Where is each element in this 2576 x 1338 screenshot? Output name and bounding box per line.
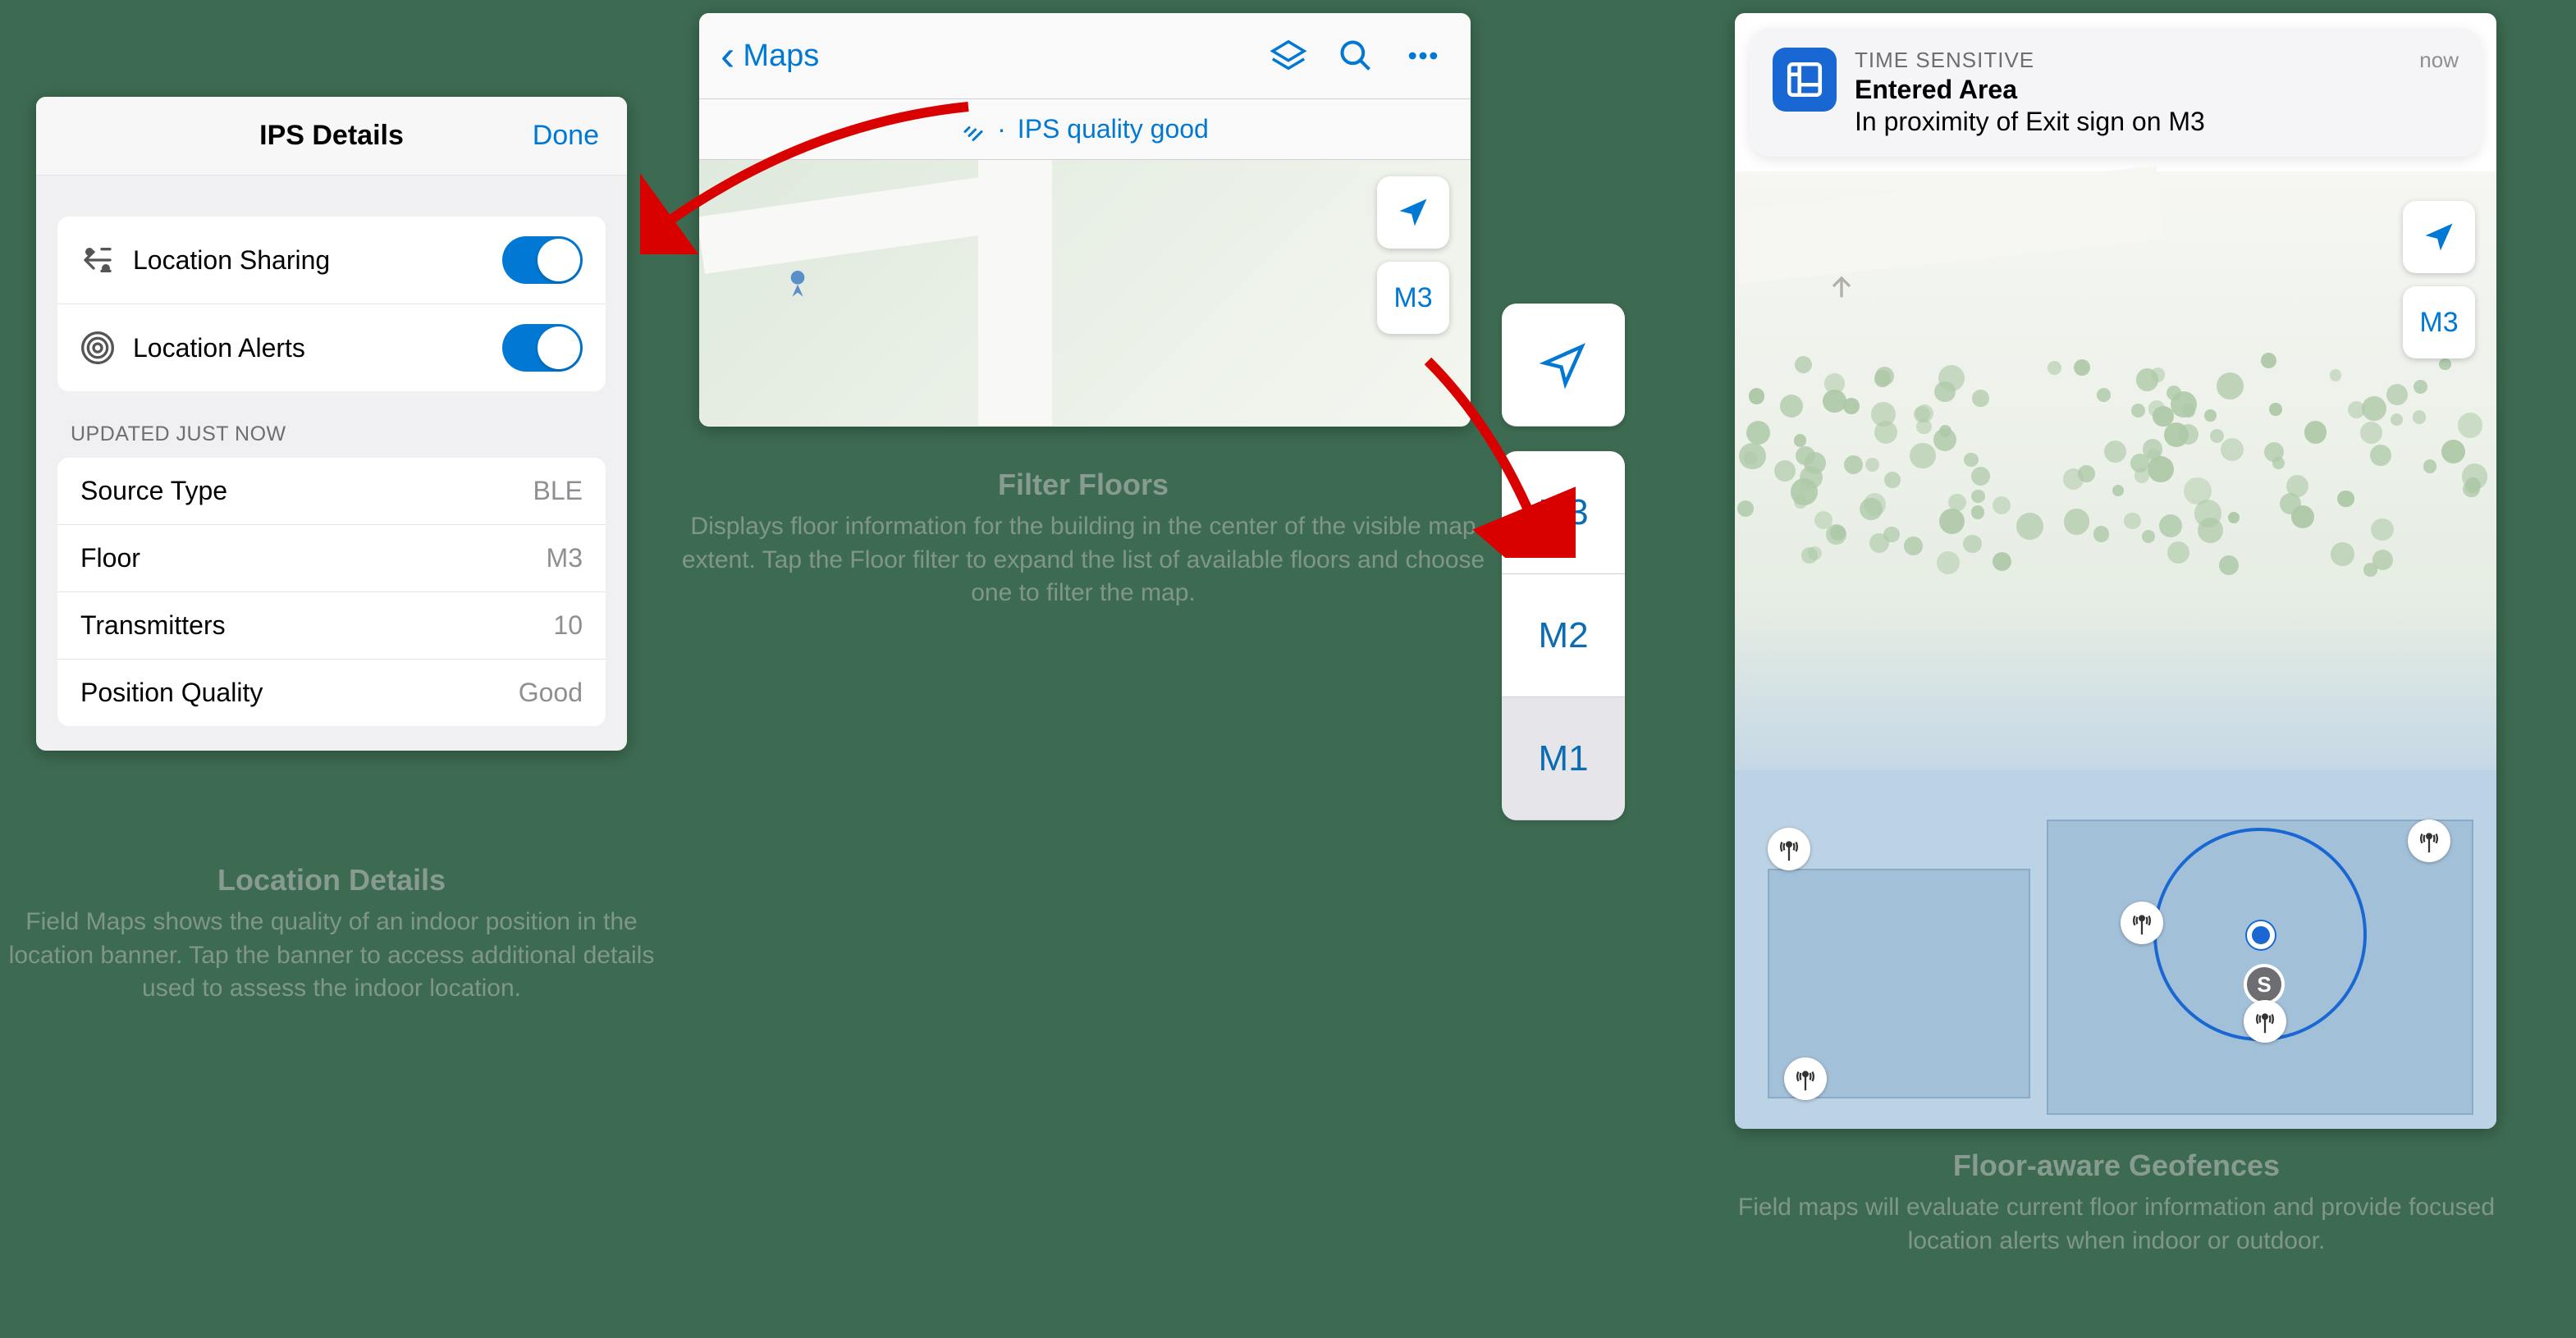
map-preview[interactable]: M3	[699, 160, 1471, 426]
maps-navbar: ‹ Maps	[699, 13, 1471, 99]
ips-header: IPS Details Done	[36, 97, 627, 176]
caption-location-details: Location Details Field Maps shows the qu…	[8, 863, 655, 1006]
geofence-panel: TIME SENSITIVE now Entered Area In proxi…	[1735, 13, 2496, 1129]
detail-row-floor: Floor M3	[57, 525, 606, 592]
user-location-dot	[2247, 921, 2275, 949]
geofence-map[interactable]: M3 S	[1735, 171, 2496, 1129]
alerts-icon	[80, 331, 115, 365]
notif-timestamp: now	[2419, 48, 2459, 73]
floor-filter-button-geo[interactable]: M3	[2403, 286, 2475, 358]
beacon-icon	[2121, 902, 2163, 944]
ips-quality-banner[interactable]: · IPS quality good	[699, 99, 1471, 160]
beacon-icon	[2408, 820, 2450, 862]
app-icon	[1773, 48, 1837, 112]
vegetation-layer	[1735, 352, 2496, 573]
direction-arrow-icon	[1825, 270, 1858, 303]
more-icon[interactable]	[1397, 30, 1449, 82]
details-group: Source Type BLE Floor M3 Transmitters 10…	[57, 458, 606, 726]
done-button[interactable]: Done	[533, 120, 599, 152]
caption-geofences: Floor-aware Geofences Field maps will ev…	[1723, 1148, 2510, 1258]
floor-option-m3[interactable]: M3	[1502, 451, 1625, 574]
caption-filter-floors: Filter Floors Displays floor information…	[681, 468, 1485, 610]
beacon-icon	[1768, 828, 1810, 870]
location-sharing-toggle[interactable]	[502, 236, 583, 284]
notif-time-sensitive: TIME SENSITIVE	[1855, 48, 2034, 73]
floor-filter-button[interactable]: M3	[1377, 262, 1449, 334]
quality-text: IPS quality good	[1018, 114, 1209, 144]
ips-title: IPS Details	[64, 120, 599, 152]
location-alerts-toggle[interactable]	[502, 324, 583, 372]
locate-button[interactable]	[1377, 176, 1449, 249]
sharing-icon	[80, 243, 115, 277]
waypoint-icon	[781, 267, 814, 299]
locate-button-large[interactable]	[1502, 304, 1625, 427]
maps-back-label[interactable]: Maps	[743, 39, 1247, 74]
locate-button-geo[interactable]	[2403, 201, 2475, 273]
detail-row-transmitters: Transmitters 10	[57, 592, 606, 660]
back-chevron-icon[interactable]: ‹	[721, 34, 734, 77]
notif-subtitle: In proximity of Exit sign on M3	[1855, 107, 2459, 137]
detail-row-source-type: Source Type BLE	[57, 458, 606, 525]
layers-icon[interactable]	[1262, 30, 1315, 82]
floor-picker-expanded: M3 M2 M1	[1502, 304, 1625, 820]
updated-label: UPDATED JUST NOW	[36, 391, 627, 458]
location-sharing-label: Location Sharing	[133, 245, 502, 276]
floor-option-m2[interactable]: M2	[1502, 574, 1625, 697]
location-alerts-row[interactable]: Location Alerts	[57, 304, 606, 391]
s-marker: S	[2244, 964, 2285, 1005]
location-sharing-row[interactable]: Location Sharing	[57, 217, 606, 304]
indoor-layer	[1735, 770, 2496, 1129]
signal-icon	[961, 117, 986, 142]
location-alerts-label: Location Alerts	[133, 333, 502, 363]
notification-banner[interactable]: TIME SENSITIVE now Entered Area In proxi…	[1750, 28, 2482, 157]
ips-details-panel: IPS Details Done Location Sharing Locati…	[36, 97, 627, 751]
beacon-icon	[2244, 1000, 2286, 1043]
detail-row-position-quality: Position Quality Good	[57, 660, 606, 726]
toggles-group: Location Sharing Location Alerts	[57, 217, 606, 391]
beacon-icon	[1784, 1057, 1827, 1100]
maps-header-panel: ‹ Maps · IPS quality good M3	[699, 13, 1471, 427]
search-icon[interactable]	[1329, 30, 1382, 82]
floor-option-m1[interactable]: M1	[1502, 697, 1625, 820]
notif-title: Entered Area	[1855, 75, 2459, 105]
